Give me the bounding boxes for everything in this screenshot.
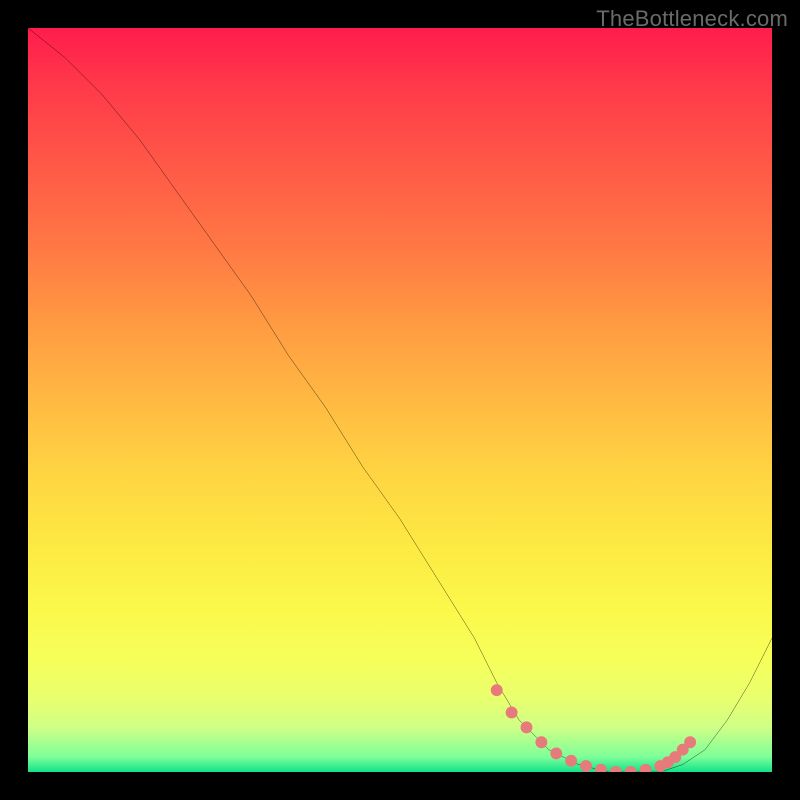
highlight-dot (535, 736, 547, 748)
highlight-dot (521, 721, 533, 733)
highlight-dot (565, 755, 577, 767)
highlight-dot (610, 766, 622, 772)
chart-svg (28, 28, 772, 772)
highlight-dot (684, 736, 696, 748)
highlight-dot (595, 764, 607, 772)
highlight-dots (491, 684, 696, 772)
highlight-dot (506, 707, 518, 719)
plot-area (28, 28, 772, 772)
highlight-dot (640, 764, 652, 772)
highlight-dot (580, 760, 592, 772)
highlight-dot (550, 747, 562, 759)
curve-line (28, 28, 772, 772)
highlight-dot (625, 766, 637, 772)
chart-container: TheBottleneck.com (0, 0, 800, 800)
highlight-dot (491, 684, 503, 696)
